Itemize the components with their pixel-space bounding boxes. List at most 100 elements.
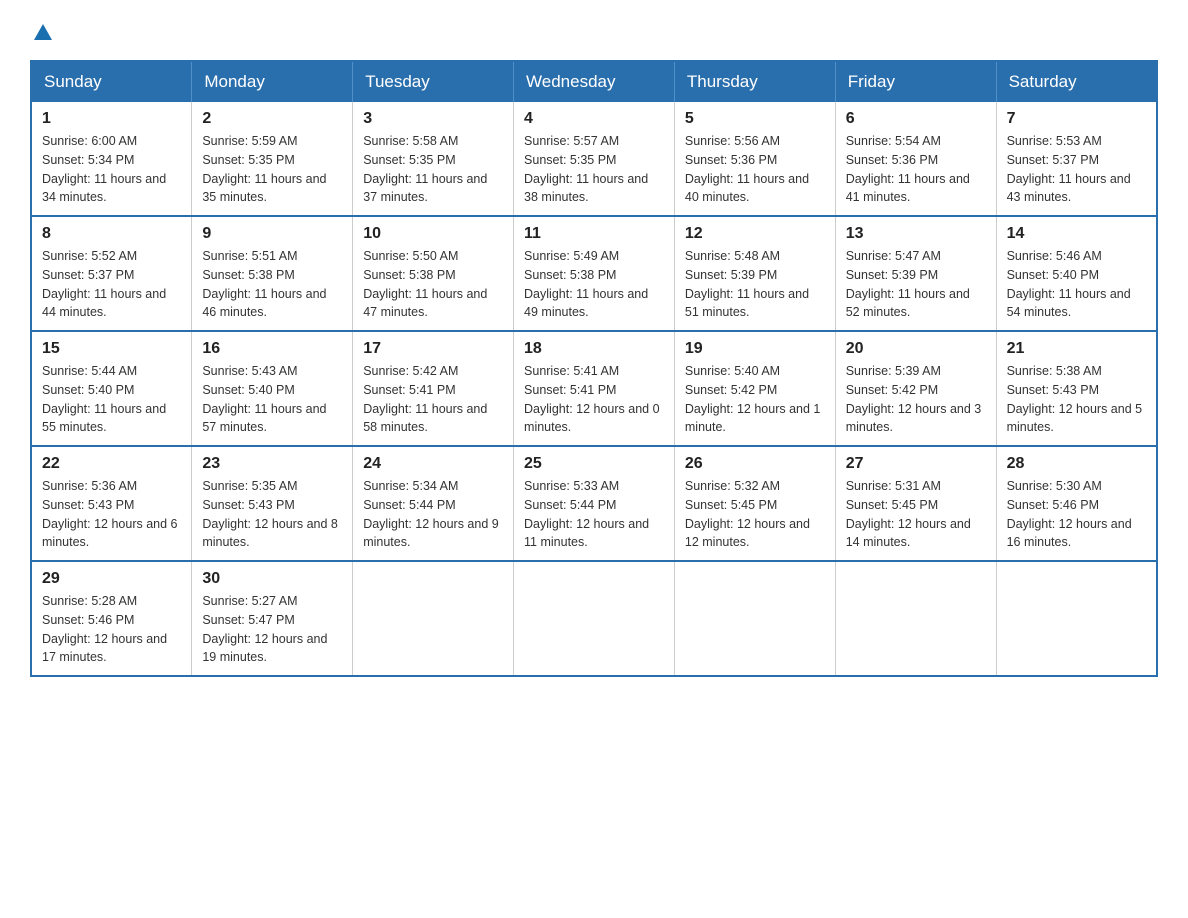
day-info: Sunrise: 5:46 AMSunset: 5:40 PMDaylight:… bbox=[1007, 247, 1146, 322]
header-sunday: Sunday bbox=[31, 61, 192, 102]
day-number: 8 bbox=[42, 225, 181, 243]
day-cell bbox=[835, 561, 996, 676]
day-number: 6 bbox=[846, 110, 986, 128]
day-cell: 7 Sunrise: 5:53 AMSunset: 5:37 PMDayligh… bbox=[996, 102, 1157, 216]
week-row-2: 15 Sunrise: 5:44 AMSunset: 5:40 PMDaylig… bbox=[31, 331, 1157, 446]
day-number: 9 bbox=[202, 225, 342, 243]
day-number: 19 bbox=[685, 340, 825, 358]
day-cell: 23 Sunrise: 5:35 AMSunset: 5:43 PMDaylig… bbox=[192, 446, 353, 561]
day-number: 13 bbox=[846, 225, 986, 243]
day-number: 3 bbox=[363, 110, 503, 128]
day-info: Sunrise: 5:44 AMSunset: 5:40 PMDaylight:… bbox=[42, 362, 181, 437]
day-number: 25 bbox=[524, 455, 664, 473]
day-cell: 28 Sunrise: 5:30 AMSunset: 5:46 PMDaylig… bbox=[996, 446, 1157, 561]
day-info: Sunrise: 6:00 AMSunset: 5:34 PMDaylight:… bbox=[42, 132, 181, 207]
day-cell: 2 Sunrise: 5:59 AMSunset: 5:35 PMDayligh… bbox=[192, 102, 353, 216]
day-number: 1 bbox=[42, 110, 181, 128]
day-number: 10 bbox=[363, 225, 503, 243]
day-cell: 3 Sunrise: 5:58 AMSunset: 5:35 PMDayligh… bbox=[353, 102, 514, 216]
day-cell: 19 Sunrise: 5:40 AMSunset: 5:42 PMDaylig… bbox=[674, 331, 835, 446]
day-info: Sunrise: 5:54 AMSunset: 5:36 PMDaylight:… bbox=[846, 132, 986, 207]
day-number: 24 bbox=[363, 455, 503, 473]
day-info: Sunrise: 5:57 AMSunset: 5:35 PMDaylight:… bbox=[524, 132, 664, 207]
day-info: Sunrise: 5:36 AMSunset: 5:43 PMDaylight:… bbox=[42, 477, 181, 552]
week-row-4: 29 Sunrise: 5:28 AMSunset: 5:46 PMDaylig… bbox=[31, 561, 1157, 676]
day-number: 23 bbox=[202, 455, 342, 473]
day-cell: 6 Sunrise: 5:54 AMSunset: 5:36 PMDayligh… bbox=[835, 102, 996, 216]
day-info: Sunrise: 5:58 AMSunset: 5:35 PMDaylight:… bbox=[363, 132, 503, 207]
day-number: 27 bbox=[846, 455, 986, 473]
day-cell: 20 Sunrise: 5:39 AMSunset: 5:42 PMDaylig… bbox=[835, 331, 996, 446]
calendar-table: SundayMondayTuesdayWednesdayThursdayFrid… bbox=[30, 60, 1158, 677]
day-cell: 14 Sunrise: 5:46 AMSunset: 5:40 PMDaylig… bbox=[996, 216, 1157, 331]
header-saturday: Saturday bbox=[996, 61, 1157, 102]
logo bbox=[30, 20, 54, 40]
week-row-3: 22 Sunrise: 5:36 AMSunset: 5:43 PMDaylig… bbox=[31, 446, 1157, 561]
day-cell: 26 Sunrise: 5:32 AMSunset: 5:45 PMDaylig… bbox=[674, 446, 835, 561]
day-cell: 5 Sunrise: 5:56 AMSunset: 5:36 PMDayligh… bbox=[674, 102, 835, 216]
day-cell bbox=[674, 561, 835, 676]
day-number: 11 bbox=[524, 225, 664, 243]
day-cell: 22 Sunrise: 5:36 AMSunset: 5:43 PMDaylig… bbox=[31, 446, 192, 561]
day-info: Sunrise: 5:43 AMSunset: 5:40 PMDaylight:… bbox=[202, 362, 342, 437]
day-cell: 4 Sunrise: 5:57 AMSunset: 5:35 PMDayligh… bbox=[514, 102, 675, 216]
header-monday: Monday bbox=[192, 61, 353, 102]
day-info: Sunrise: 5:31 AMSunset: 5:45 PMDaylight:… bbox=[846, 477, 986, 552]
day-info: Sunrise: 5:27 AMSunset: 5:47 PMDaylight:… bbox=[202, 592, 342, 667]
header-wednesday: Wednesday bbox=[514, 61, 675, 102]
day-cell: 17 Sunrise: 5:42 AMSunset: 5:41 PMDaylig… bbox=[353, 331, 514, 446]
day-info: Sunrise: 5:59 AMSunset: 5:35 PMDaylight:… bbox=[202, 132, 342, 207]
day-info: Sunrise: 5:34 AMSunset: 5:44 PMDaylight:… bbox=[363, 477, 503, 552]
day-number: 28 bbox=[1007, 455, 1146, 473]
day-info: Sunrise: 5:41 AMSunset: 5:41 PMDaylight:… bbox=[524, 362, 664, 437]
day-cell: 16 Sunrise: 5:43 AMSunset: 5:40 PMDaylig… bbox=[192, 331, 353, 446]
day-info: Sunrise: 5:40 AMSunset: 5:42 PMDaylight:… bbox=[685, 362, 825, 437]
day-info: Sunrise: 5:56 AMSunset: 5:36 PMDaylight:… bbox=[685, 132, 825, 207]
day-cell: 9 Sunrise: 5:51 AMSunset: 5:38 PMDayligh… bbox=[192, 216, 353, 331]
day-cell: 24 Sunrise: 5:34 AMSunset: 5:44 PMDaylig… bbox=[353, 446, 514, 561]
day-number: 12 bbox=[685, 225, 825, 243]
day-cell bbox=[996, 561, 1157, 676]
day-cell: 15 Sunrise: 5:44 AMSunset: 5:40 PMDaylig… bbox=[31, 331, 192, 446]
logo-icon bbox=[32, 22, 54, 44]
header bbox=[30, 20, 1158, 40]
day-info: Sunrise: 5:33 AMSunset: 5:44 PMDaylight:… bbox=[524, 477, 664, 552]
day-number: 16 bbox=[202, 340, 342, 358]
day-info: Sunrise: 5:47 AMSunset: 5:39 PMDaylight:… bbox=[846, 247, 986, 322]
day-number: 21 bbox=[1007, 340, 1146, 358]
week-row-0: 1 Sunrise: 6:00 AMSunset: 5:34 PMDayligh… bbox=[31, 102, 1157, 216]
day-info: Sunrise: 5:30 AMSunset: 5:46 PMDaylight:… bbox=[1007, 477, 1146, 552]
day-cell: 13 Sunrise: 5:47 AMSunset: 5:39 PMDaylig… bbox=[835, 216, 996, 331]
day-number: 5 bbox=[685, 110, 825, 128]
day-info: Sunrise: 5:51 AMSunset: 5:38 PMDaylight:… bbox=[202, 247, 342, 322]
week-row-1: 8 Sunrise: 5:52 AMSunset: 5:37 PMDayligh… bbox=[31, 216, 1157, 331]
day-number: 29 bbox=[42, 570, 181, 588]
day-info: Sunrise: 5:28 AMSunset: 5:46 PMDaylight:… bbox=[42, 592, 181, 667]
day-info: Sunrise: 5:49 AMSunset: 5:38 PMDaylight:… bbox=[524, 247, 664, 322]
day-number: 4 bbox=[524, 110, 664, 128]
day-number: 30 bbox=[202, 570, 342, 588]
day-number: 15 bbox=[42, 340, 181, 358]
header-friday: Friday bbox=[835, 61, 996, 102]
header-thursday: Thursday bbox=[674, 61, 835, 102]
day-cell bbox=[514, 561, 675, 676]
day-info: Sunrise: 5:42 AMSunset: 5:41 PMDaylight:… bbox=[363, 362, 503, 437]
day-info: Sunrise: 5:48 AMSunset: 5:39 PMDaylight:… bbox=[685, 247, 825, 322]
day-headers-row: SundayMondayTuesdayWednesdayThursdayFrid… bbox=[31, 61, 1157, 102]
day-number: 2 bbox=[202, 110, 342, 128]
day-info: Sunrise: 5:35 AMSunset: 5:43 PMDaylight:… bbox=[202, 477, 342, 552]
day-number: 14 bbox=[1007, 225, 1146, 243]
day-cell: 18 Sunrise: 5:41 AMSunset: 5:41 PMDaylig… bbox=[514, 331, 675, 446]
day-info: Sunrise: 5:53 AMSunset: 5:37 PMDaylight:… bbox=[1007, 132, 1146, 207]
day-number: 20 bbox=[846, 340, 986, 358]
day-cell bbox=[353, 561, 514, 676]
day-cell: 11 Sunrise: 5:49 AMSunset: 5:38 PMDaylig… bbox=[514, 216, 675, 331]
day-cell: 8 Sunrise: 5:52 AMSunset: 5:37 PMDayligh… bbox=[31, 216, 192, 331]
day-cell: 10 Sunrise: 5:50 AMSunset: 5:38 PMDaylig… bbox=[353, 216, 514, 331]
day-number: 17 bbox=[363, 340, 503, 358]
day-number: 22 bbox=[42, 455, 181, 473]
day-info: Sunrise: 5:39 AMSunset: 5:42 PMDaylight:… bbox=[846, 362, 986, 437]
day-cell: 25 Sunrise: 5:33 AMSunset: 5:44 PMDaylig… bbox=[514, 446, 675, 561]
day-number: 7 bbox=[1007, 110, 1146, 128]
day-cell: 1 Sunrise: 6:00 AMSunset: 5:34 PMDayligh… bbox=[31, 102, 192, 216]
